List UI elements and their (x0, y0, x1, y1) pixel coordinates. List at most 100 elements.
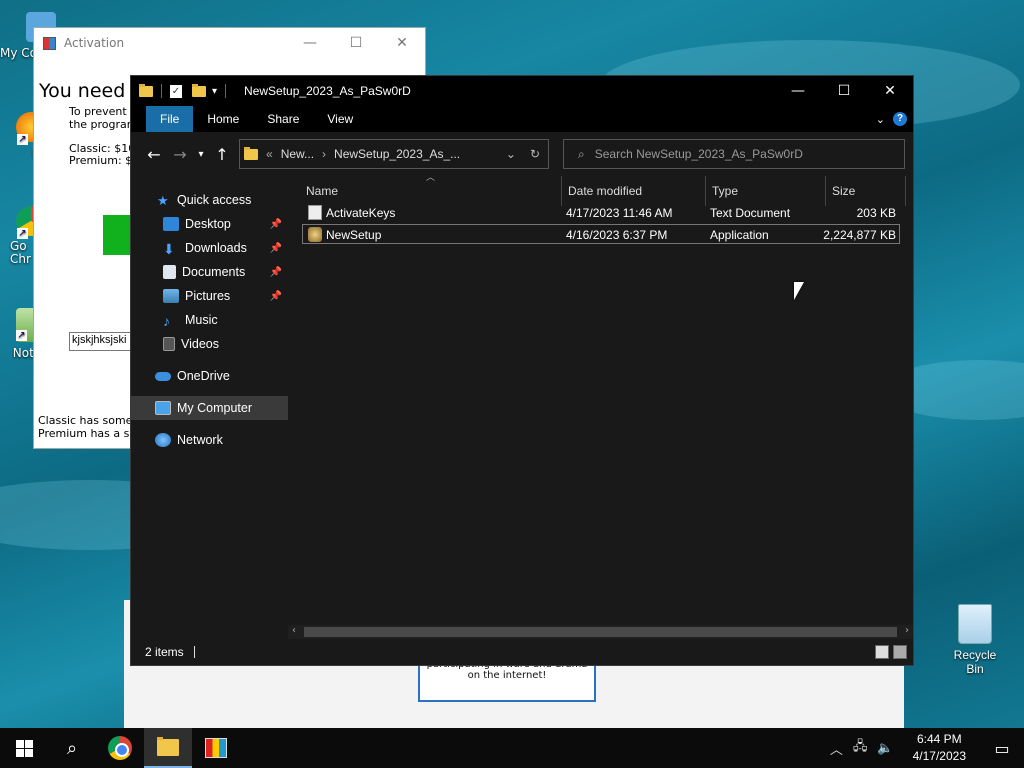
window-title: NewSetup_2023_As_PaSw0rD (244, 84, 411, 98)
pin-icon[interactable]: 📌 (270, 291, 284, 302)
forward-arrow-icon[interactable]: → (167, 145, 193, 164)
tab-share[interactable]: Share (253, 106, 313, 132)
nav-item-pictures[interactable]: Pictures 📌 (131, 284, 288, 308)
minimize-icon[interactable]: — (775, 83, 821, 99)
activation-title-bar[interactable]: Activation — ☐ ✕ (34, 28, 425, 58)
tab-view[interactable]: View (313, 106, 367, 132)
search-input[interactable]: ⌕ Search NewSetup_2023_As_PaSw0rD (563, 139, 905, 169)
scrollbar-thumb[interactable] (304, 627, 897, 637)
nav-item-network[interactable]: Network (131, 428, 288, 452)
scroll-right-icon[interactable]: › (905, 625, 909, 636)
file-explorer-icon (157, 736, 179, 756)
download-arrow-icon: ⬇ (163, 241, 175, 257)
maximize-icon[interactable]: ☐ (333, 35, 379, 51)
desktop-icon-recycle-bin[interactable]: Recycle Bin (944, 604, 1006, 676)
app-icon (43, 36, 56, 50)
computer-icon (155, 401, 171, 415)
mouse-cursor (794, 282, 804, 300)
search-button[interactable]: ⌕ (48, 728, 96, 768)
properties-icon[interactable]: ✓ (170, 84, 182, 98)
help-icon[interactable]: ? (893, 112, 907, 126)
notification-icon[interactable]: ▭ (980, 739, 1024, 758)
navigation-pane: ★ Quick access Desktop 📌 ⬇ Downloads 📌 D… (131, 176, 288, 639)
music-note-icon: ♪ (163, 313, 170, 329)
recent-locations-icon[interactable]: ▾ (193, 149, 209, 160)
maximize-icon[interactable]: ☐ (821, 83, 867, 99)
close-icon[interactable]: ✕ (867, 83, 913, 99)
clock[interactable]: 6:44 PM 4/17/2023 (899, 731, 980, 765)
taskbar-activation-app[interactable] (192, 728, 240, 768)
table-row[interactable]: ActivateKeys 4/17/2023 11:46 AM Text Doc… (302, 203, 900, 223)
close-icon[interactable]: ✕ (379, 35, 425, 51)
nav-item-documents[interactable]: Documents 📌 (131, 260, 288, 284)
expand-ribbon-icon[interactable]: ⌄ (876, 113, 885, 126)
tab-file[interactable]: File (146, 106, 194, 132)
nav-item-desktop[interactable]: Desktop 📌 (131, 212, 288, 236)
nav-item-onedrive[interactable]: OneDrive (131, 364, 288, 388)
chevron-down-icon[interactable]: ▾ (212, 86, 217, 97)
search-placeholder: Search NewSetup_2023_As_PaSw0rD (594, 147, 803, 161)
taskbar-file-explorer[interactable] (144, 728, 192, 768)
file-explorer-window[interactable]: ✓ ▾ NewSetup_2023_As_PaSw0rD — ☐ ✕ File … (130, 75, 914, 666)
taskbar-chrome[interactable] (96, 728, 144, 768)
tab-home[interactable]: Home (193, 106, 253, 132)
status-bar: 2 items (131, 639, 913, 665)
file-date: 4/16/2023 6:37 PM (566, 228, 668, 242)
file-date: 4/17/2023 11:46 AM (566, 206, 673, 220)
chevron-up-icon[interactable]: ︿ (825, 739, 848, 758)
file-type: Text Document (710, 206, 791, 220)
pin-icon[interactable]: 📌 (270, 243, 284, 254)
pin-icon[interactable]: 📌 (270, 267, 284, 278)
nav-item-downloads[interactable]: ⬇ Downloads 📌 (131, 236, 288, 260)
system-tray: ︿ 🖧 🔈 6:44 PM 4/17/2023 ▭ (825, 728, 1024, 768)
nav-item-quick-access[interactable]: ★ Quick access (131, 188, 288, 212)
horizontal-scrollbar[interactable]: ‹ › (288, 625, 913, 639)
time: 6:44 PM (916, 732, 962, 746)
refresh-icon[interactable]: ↻ (530, 147, 540, 161)
column-header-size[interactable]: Size (826, 176, 906, 206)
column-header-date[interactable]: Date modified (562, 176, 706, 206)
overflow-icon[interactable]: « (266, 147, 273, 161)
chevron-down-icon[interactable]: ⌄ (506, 147, 516, 161)
file-list: ︿ Name Date modified Type Size ActivateK… (288, 173, 913, 639)
nav-item-videos[interactable]: Videos (131, 332, 288, 356)
windows-logo-icon (15, 739, 33, 757)
minimize-icon[interactable]: — (287, 35, 333, 51)
file-type: Application (710, 228, 769, 242)
details-view-icon[interactable] (875, 645, 889, 659)
file-name: ActivateKeys (326, 206, 396, 220)
chrome-icon (108, 736, 132, 760)
nav-item-my-computer[interactable]: My Computer (131, 396, 288, 420)
breadcrumb-current[interactable]: NewSetup_2023_As_... (334, 147, 460, 161)
chevron-right-icon: › (322, 147, 327, 161)
column-header-type[interactable]: Type (706, 176, 826, 206)
item-count: 2 items (145, 645, 184, 659)
network-icon[interactable]: 🖧 (848, 737, 873, 759)
volume-icon[interactable]: 🔈 (872, 741, 898, 756)
network-icon (155, 433, 171, 447)
folder-icon (244, 146, 258, 160)
breadcrumb-parent[interactable]: New... (281, 147, 314, 161)
explorer-title-bar[interactable]: ✓ ▾ NewSetup_2023_As_PaSw0rD — ☐ ✕ (131, 76, 913, 106)
search-icon: ⌕ (66, 737, 78, 759)
pictures-icon (163, 289, 179, 303)
nav-item-music[interactable]: ♪ Music (131, 308, 288, 332)
column-header-name[interactable]: Name (300, 176, 562, 206)
pin-icon[interactable]: 📌 (270, 219, 284, 230)
new-folder-icon[interactable] (192, 83, 206, 97)
taskbar: ⌕ ︿ 🖧 🔈 6:44 PM 4/17/2023 ▭ (0, 728, 1024, 768)
up-arrow-icon[interactable]: ↑ (209, 145, 235, 164)
table-row[interactable]: NewSetup 4/16/2023 6:37 PM Application 2… (302, 224, 900, 244)
scroll-left-icon[interactable]: ‹ (292, 625, 296, 636)
large-icons-view-icon[interactable] (893, 645, 907, 659)
cloud-icon (155, 371, 171, 381)
video-icon (163, 337, 175, 351)
desktop-icon (163, 217, 179, 231)
address-bar[interactable]: « New... › NewSetup_2023_As_... ⌄ ↻ (239, 139, 549, 169)
ribbon-tabs: File Home Share View ⌄ ? (131, 106, 913, 132)
back-arrow-icon[interactable]: ← (141, 145, 167, 164)
file-size: 203 KB (856, 206, 896, 220)
navigation-bar: ← → ▾ ↑ « New... › NewSetup_2023_As_... … (131, 132, 913, 176)
start-button[interactable] (0, 728, 48, 768)
activation-key-input[interactable]: kjskjhksjski (69, 332, 139, 351)
